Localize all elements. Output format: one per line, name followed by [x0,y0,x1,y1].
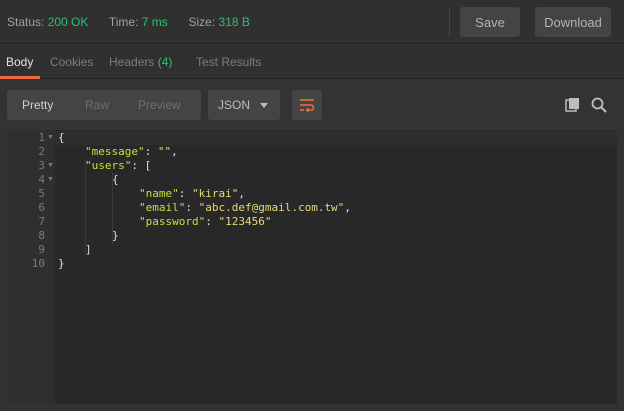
search-button[interactable] [590,96,608,114]
view-raw-button[interactable]: Raw [85,98,109,112]
code-line-8: } [112,229,119,242]
line-number: 5 [38,187,45,200]
tab-test-results[interactable]: Test Results [196,55,261,69]
line-number-gutter: 1 ▼ 2 3 ▼ 4 ▼ 5 6 7 8 9 10 [7,130,55,404]
tab-headers-label: Headers [109,55,155,69]
copy-button[interactable] [564,96,582,114]
wrap-lines-icon [300,99,315,112]
view-mode-selector: Pretty Raw Preview [7,90,201,120]
response-meta: Status: 200 OK Time: 7 ms Size: 318 B [7,15,250,29]
response-tabs: Body Cookies Headers (4) Test Results [0,45,624,79]
line-number: 7 [38,215,45,228]
size-label: Size: [188,15,216,29]
fold-toggle-icon[interactable]: ▼ [47,134,54,141]
headers-count-badge: (4) [157,55,173,69]
line-number: 6 [38,201,45,214]
code-line-10: } [58,257,65,270]
fold-toggle-icon[interactable]: ▼ [47,176,54,183]
line-number: 3 [38,159,45,172]
code-line-1: { [58,131,65,144]
copy-icon [565,98,579,112]
format-select[interactable]: JSON [208,90,280,120]
active-line-highlight [55,131,617,145]
code-line-4: { [112,173,119,186]
tab-cookies[interactable]: Cookies [50,55,93,69]
code-line-5: "name": "kirai", [139,187,245,200]
active-tab-indicator [0,76,40,79]
line-number: 2 [38,145,45,158]
response-status-bar: Status: 200 OK Time: 7 ms Size: 318 B Sa… [0,0,624,44]
tab-body[interactable]: Body [6,55,33,69]
format-select-value: JSON [218,98,251,112]
chevron-down-icon [260,103,268,108]
code-area[interactable]: { "message": "", "users": [ { "name": "k… [55,130,617,404]
response-body-editor[interactable]: 1 ▼ 2 3 ▼ 4 ▼ 5 6 7 8 9 10 { "message": … [7,130,617,404]
code-line-3: "users": [ [85,159,152,172]
view-pretty-button[interactable]: Pretty [22,98,53,112]
fold-toggle-icon[interactable]: ▼ [47,162,54,169]
line-number: 4 [38,173,45,186]
line-number: 8 [38,229,45,242]
status-value: 200 OK [47,15,89,29]
code-line-6: "email": "abc.def@gmail.com.tw", [139,201,351,214]
code-line-7: "password": "123456" [139,215,272,228]
line-number: 9 [38,243,45,256]
time-value: 7 ms [141,15,168,29]
code-line-2: "message": "", [85,145,178,158]
save-button[interactable]: Save [460,7,520,37]
toolbar-divider [449,9,450,37]
time-label: Time: [108,15,139,29]
wrap-lines-button[interactable] [292,90,322,120]
view-preview-button[interactable]: Preview [138,98,181,112]
search-icon [591,97,607,113]
download-button[interactable]: Download [535,7,611,37]
line-number: 1 [38,131,45,144]
tab-headers[interactable]: Headers (4) [109,55,172,69]
size-value: 318 B [218,15,250,29]
body-view-toolbar: Pretty Raw Preview JSON [0,80,624,130]
status-label: Status: [7,15,45,29]
line-number: 10 [31,257,45,270]
code-line-9: ] [85,243,92,256]
